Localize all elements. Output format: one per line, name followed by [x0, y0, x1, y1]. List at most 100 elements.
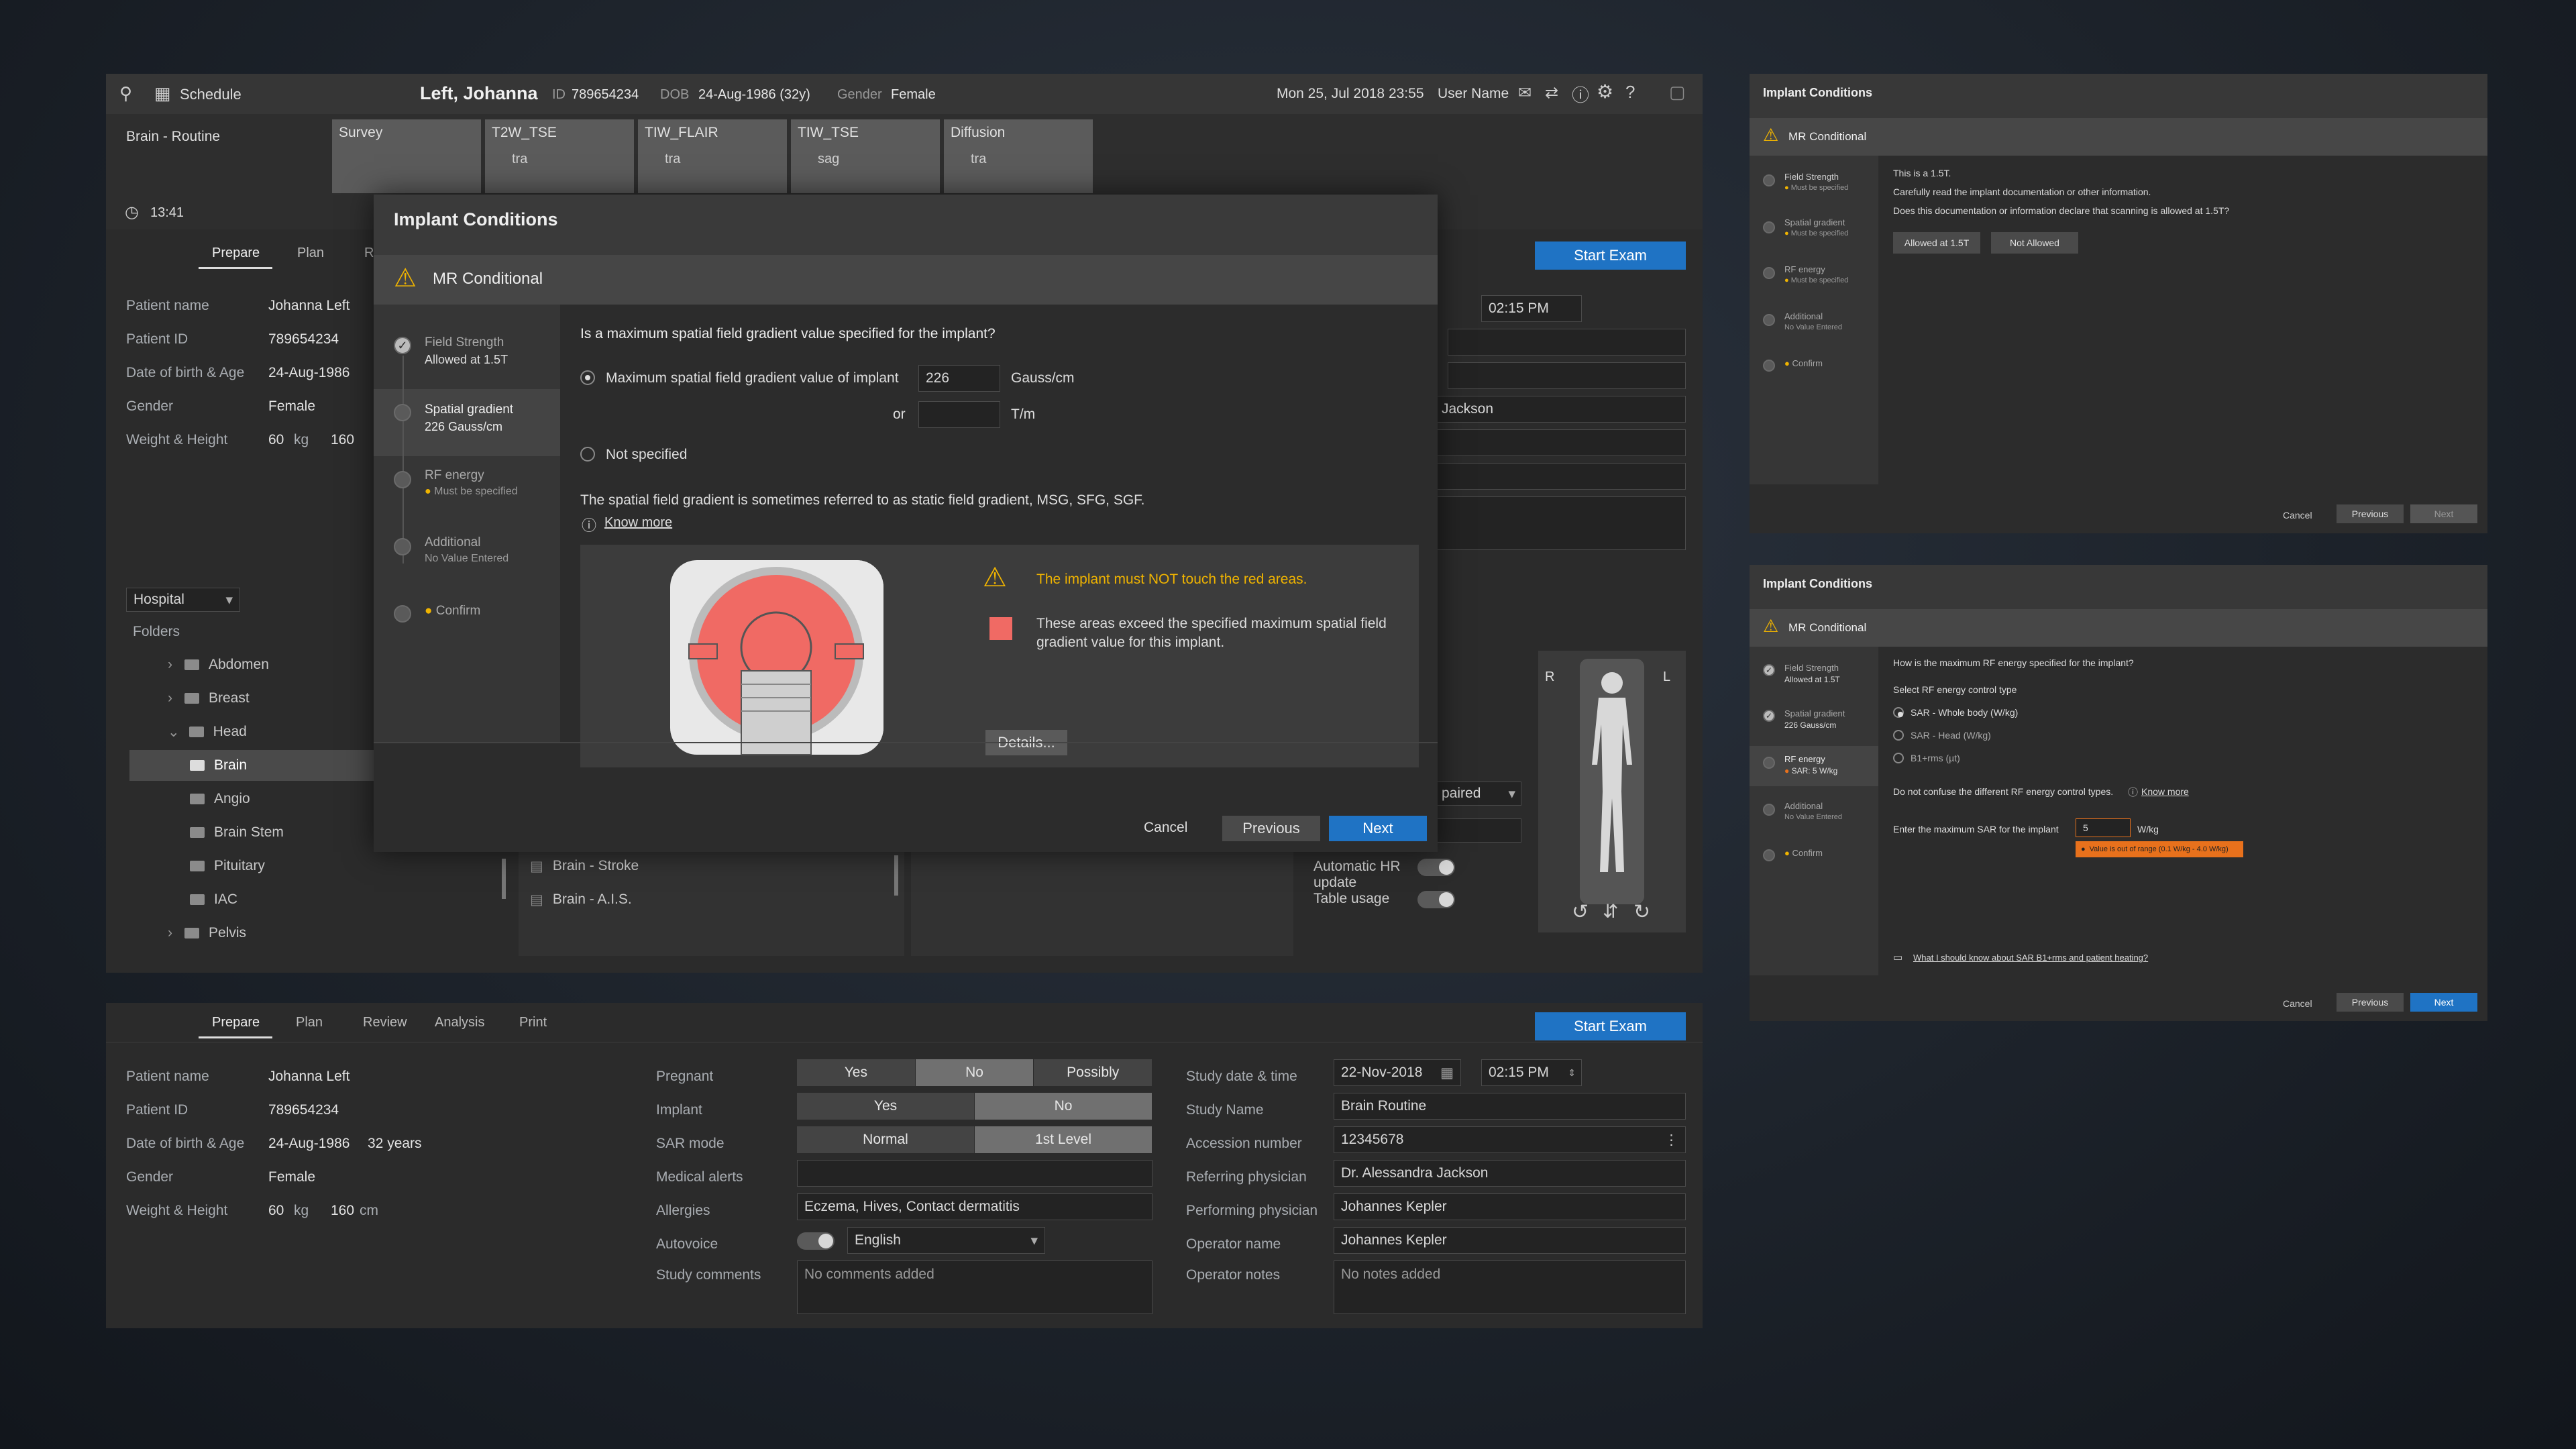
step-dot[interactable] — [394, 605, 411, 623]
paired-select[interactable]: paired ▾ — [1434, 782, 1521, 806]
flip-icon[interactable]: ⇵ — [1603, 900, 1618, 922]
know-more-link[interactable]: Know more — [604, 515, 672, 531]
step-title[interactable]: Additional — [1784, 801, 1823, 811]
accession-field[interactable]: 12345678 ⋮ — [1334, 1126, 1686, 1153]
option-label[interactable]: B1+rms (µt) — [1911, 753, 1960, 763]
protocol-item[interactable]: ▤ Brain - Stroke — [530, 851, 639, 881]
auto-hr-toggle[interactable] — [1417, 859, 1455, 876]
scan-card[interactable]: T2W_TSE tra — [485, 119, 634, 193]
check-icon[interactable]: ✓ — [1763, 664, 1775, 676]
tree-item[interactable]: Brain Stem — [190, 817, 284, 848]
scrollbar[interactable] — [894, 855, 898, 896]
step-dot[interactable] — [1763, 849, 1775, 861]
cancel-button[interactable]: Cancel — [2283, 998, 2312, 1009]
referring-field[interactable]: Dr. Alessandra Jackson — [1334, 1160, 1686, 1187]
step-dot[interactable] — [1763, 314, 1775, 326]
help-icon[interactable]: ? — [1625, 82, 1635, 103]
body-figure-icon[interactable] — [1578, 657, 1646, 906]
study-name-field[interactable]: Brain Routine — [1334, 1093, 1686, 1120]
performing-field[interactable]: Johannes Kepler — [1334, 1193, 1686, 1220]
allergies-field[interactable]: Eczema, Hives, Contact dermatitis — [797, 1193, 1152, 1220]
start-exam-button[interactable]: Start Exam — [1535, 241, 1686, 270]
pregnant-segmented[interactable]: Yes No Possibly — [797, 1059, 1153, 1086]
field[interactable] — [1448, 362, 1686, 389]
step-title[interactable]: Field Strength — [1784, 172, 1839, 182]
step-dot[interactable] — [1763, 757, 1775, 769]
sar-segmented[interactable]: Normal 1st Level — [797, 1126, 1152, 1153]
tree-item[interactable]: Pituitary — [190, 851, 265, 881]
sar-input[interactable]: 5 — [2076, 818, 2131, 837]
tab-analysis[interactable]: Analysis — [435, 1015, 484, 1030]
autovoice-toggle[interactable] — [797, 1232, 835, 1250]
step-title[interactable]: RF energy — [1784, 264, 1825, 274]
scan-card[interactable]: TIW_FLAIR tra — [638, 119, 787, 193]
previous-button[interactable]: Previous — [1222, 816, 1320, 841]
sar-info-link[interactable]: What I should know about SAR B1+rms and … — [1913, 953, 2148, 963]
gear-icon[interactable]: ⚙ — [1597, 80, 1613, 103]
allowed-button[interactable]: Allowed at 1.5T — [1893, 232, 1980, 254]
rotate-right-icon[interactable]: ↻ — [1633, 900, 1650, 924]
tab-plan[interactable]: Plan — [297, 246, 324, 261]
time-field-bg[interactable]: 02:15 PM — [1481, 295, 1582, 322]
field[interactable] — [1434, 496, 1686, 550]
tab-review[interactable]: Review — [363, 1015, 407, 1030]
start-exam-button[interactable]: Start Exam — [1535, 1012, 1686, 1040]
tab-prepare[interactable]: Prepare — [212, 1015, 260, 1030]
step-title[interactable]: Field Strength — [425, 335, 504, 350]
panel-icon[interactable]: ▢ — [1669, 82, 1686, 103]
step-dot[interactable] — [394, 538, 411, 555]
normal-option[interactable]: Normal — [797, 1126, 975, 1153]
cancel-button[interactable]: Cancel — [1144, 820, 1187, 836]
check-icon[interactable]: ✓ — [1763, 710, 1775, 722]
radio-sar-head[interactable] — [1893, 730, 1904, 741]
notes-field[interactable]: No notes added — [1334, 1260, 1686, 1314]
know-more-link[interactable]: Know more — [2141, 786, 2189, 797]
step-dot[interactable] — [394, 471, 411, 488]
yes-option[interactable]: Yes — [797, 1059, 916, 1086]
radio-not-specified[interactable] — [580, 447, 595, 462]
medical-alerts-field[interactable] — [797, 1160, 1152, 1187]
next-button[interactable]: Next — [1329, 816, 1427, 841]
calendar-icon[interactable]: ▦ — [154, 83, 171, 104]
not-allowed-button[interactable]: Not Allowed — [1991, 232, 2078, 254]
radio-specified[interactable] — [580, 370, 595, 385]
step-title[interactable]: RF energy — [425, 468, 484, 483]
protocol-item[interactable]: ▤ Brain - A.I.S. — [530, 884, 632, 915]
implant-segmented[interactable]: Yes No — [797, 1093, 1152, 1120]
tab-review[interactable]: R — [364, 246, 374, 261]
schedule-link[interactable]: Schedule — [180, 86, 241, 103]
no-option[interactable]: No — [975, 1093, 1152, 1120]
tab-prepare[interactable]: Prepare — [212, 246, 260, 261]
step-title[interactable]: Additional — [425, 535, 480, 550]
scan-card[interactable]: Survey — [332, 119, 481, 193]
step-title[interactable]: ● Confirm — [1784, 848, 1823, 858]
first-level-option[interactable]: 1st Level — [975, 1126, 1152, 1153]
scan-card[interactable]: TIW_TSE sag — [791, 119, 940, 193]
scrollbar[interactable] — [502, 859, 506, 899]
field[interactable] — [1448, 329, 1686, 356]
radio-b1rms[interactable] — [1893, 753, 1904, 763]
language-select[interactable]: English ▾ — [847, 1227, 1045, 1254]
cancel-button[interactable]: Cancel — [2283, 510, 2312, 521]
step-title[interactable]: Spatial gradient — [1784, 217, 1845, 227]
step-title[interactable]: ● Confirm — [425, 604, 480, 619]
step-title[interactable]: Spatial gradient — [425, 402, 513, 417]
step-dot[interactable] — [1763, 267, 1775, 279]
patient-icon[interactable]: ⚲ — [119, 83, 132, 104]
tree-item[interactable]: Angio — [190, 784, 250, 814]
field[interactable] — [1434, 463, 1686, 490]
gauss-input[interactable]: 226 — [918, 365, 1000, 392]
step-dot[interactable] — [1763, 174, 1775, 186]
step-title[interactable]: Additional — [1784, 311, 1823, 321]
operator-field[interactable]: Johannes Kepler — [1334, 1227, 1686, 1254]
step-dot[interactable] — [1763, 221, 1775, 233]
step-dot[interactable] — [1763, 804, 1775, 816]
field[interactable] — [1434, 429, 1686, 456]
tree-item[interactable]: IAC — [190, 884, 237, 915]
tree-item[interactable]: › Pelvis — [168, 918, 246, 949]
yes-option[interactable]: Yes — [797, 1093, 975, 1120]
step-dot[interactable] — [1763, 360, 1775, 372]
step-dot[interactable] — [394, 404, 411, 421]
step-title[interactable]: Field Strength — [1784, 663, 1839, 673]
chat-icon[interactable]: ✉ — [1518, 83, 1532, 103]
